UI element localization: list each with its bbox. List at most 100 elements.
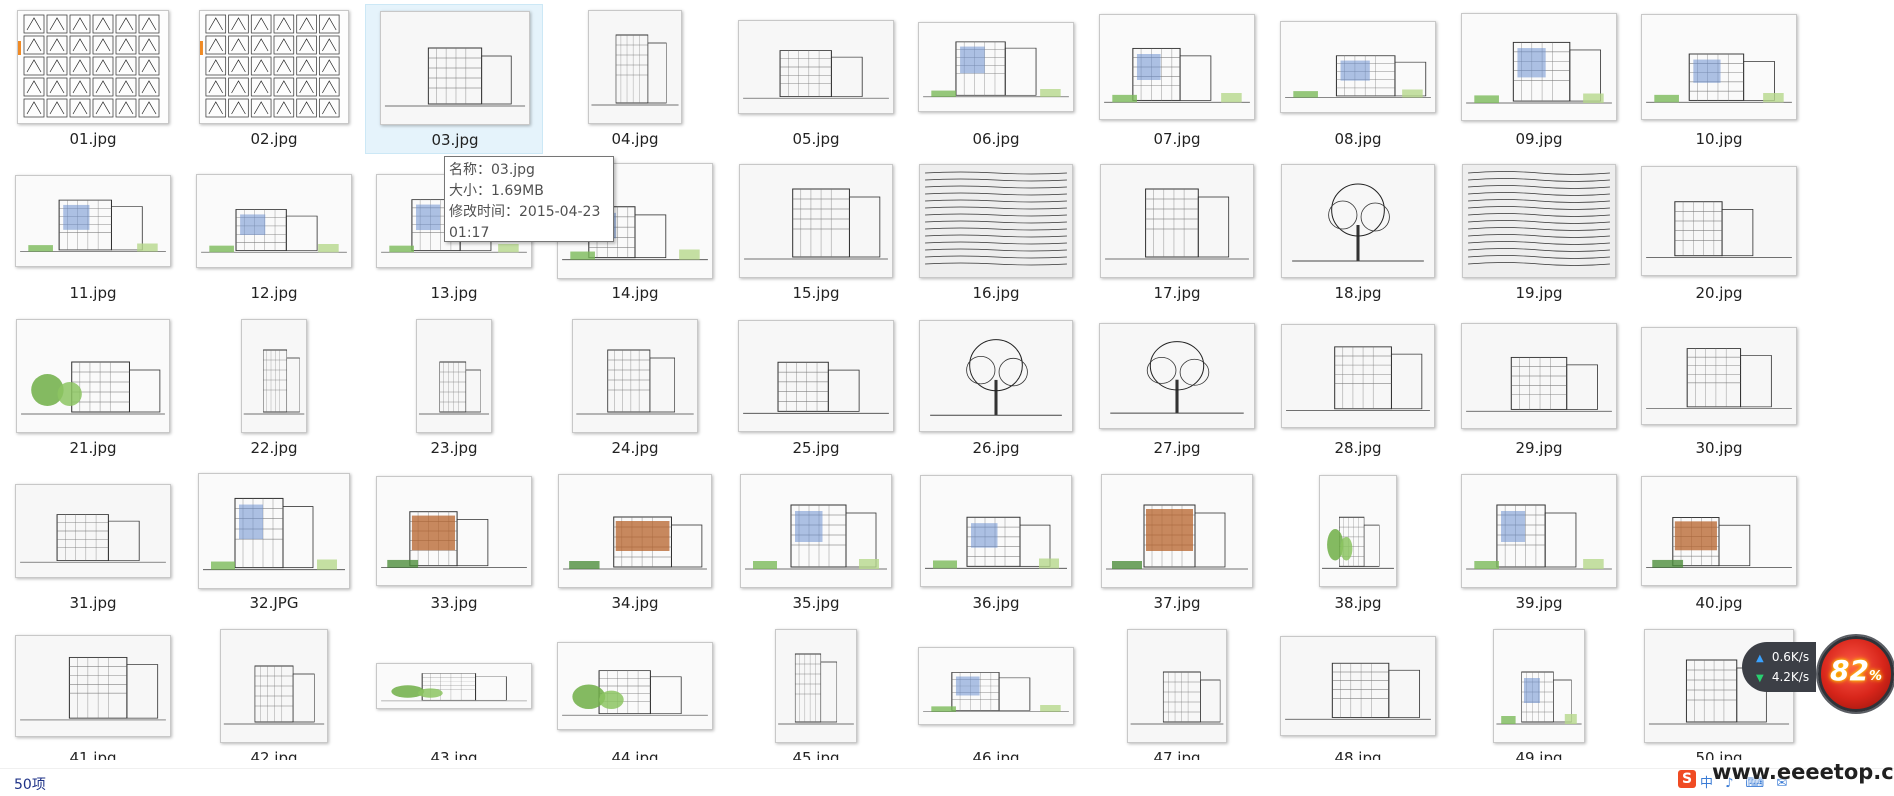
- image-thumbnail: [588, 10, 682, 124]
- file-item[interactable]: 38.jpg: [1269, 468, 1447, 618]
- file-name-label: 23.jpg: [430, 439, 478, 457]
- memory-usage-gauge[interactable]: 82%: [1818, 636, 1894, 712]
- file-name-label: 20.jpg: [1695, 284, 1743, 302]
- file-item[interactable]: 44.jpg: [546, 623, 724, 760]
- thumbnail-frame: [185, 317, 363, 435]
- file-item[interactable]: 08.jpg: [1269, 4, 1447, 154]
- file-item[interactable]: 43.jpg: [365, 623, 543, 760]
- network-speed-widget[interactable]: ▲ 0.6K/s ▼ 4.2K/s: [1742, 642, 1816, 692]
- image-thumbnail: [1280, 636, 1436, 736]
- file-item[interactable]: 37.jpg: [1088, 468, 1266, 618]
- file-item[interactable]: 16.jpg: [907, 158, 1085, 308]
- image-thumbnail: [220, 629, 328, 743]
- file-item[interactable]: 19.jpg: [1450, 158, 1628, 308]
- file-name-label: 40.jpg: [1695, 594, 1743, 612]
- file-item[interactable]: 10.jpg: [1630, 4, 1808, 154]
- watermark: www.eeeetop.com: [1712, 760, 1894, 784]
- file-item[interactable]: 22.jpg: [185, 313, 363, 463]
- file-item[interactable]: 40.jpg: [1630, 468, 1808, 618]
- image-thumbnail: [775, 629, 857, 743]
- file-item[interactable]: 15.jpg: [727, 158, 905, 308]
- thumbnail-frame: [366, 9, 544, 127]
- image-thumbnail: [1099, 14, 1255, 120]
- file-item[interactable]: 12.jpg: [185, 158, 363, 308]
- file-item[interactable]: 28.jpg: [1269, 313, 1447, 463]
- thumbnail-frame: [1269, 162, 1447, 280]
- file-name-label: 03.jpg: [431, 131, 479, 149]
- file-name-label: 08.jpg: [1334, 130, 1382, 148]
- file-item[interactable]: 42.jpg: [185, 623, 363, 760]
- image-thumbnail: [558, 474, 712, 588]
- image-thumbnail: [557, 642, 713, 730]
- tooltip-name: 名称：03.jpg: [449, 162, 535, 178]
- file-name-label: 34.jpg: [611, 594, 659, 612]
- image-thumbnail: [918, 647, 1074, 725]
- image-thumbnail: [1461, 323, 1617, 429]
- thumbnail-frame: [1450, 8, 1628, 126]
- thumbnail-frame: [1088, 627, 1266, 745]
- sogou-ime-icon[interactable]: S: [1678, 770, 1696, 788]
- file-item[interactable]: 02.jpg: [185, 4, 363, 154]
- file-item[interactable]: 03.jpg: [365, 4, 543, 154]
- file-name-label: 04.jpg: [611, 130, 659, 148]
- file-name-label: 17.jpg: [1153, 284, 1201, 302]
- file-item[interactable]: 04.jpg: [546, 4, 724, 154]
- file-item[interactable]: 01.jpg: [4, 4, 182, 154]
- image-thumbnail: [1319, 475, 1397, 587]
- file-item[interactable]: 27.jpg: [1088, 313, 1266, 463]
- file-item[interactable]: 07.jpg: [1088, 4, 1266, 154]
- thumbnail-frame: [4, 317, 182, 435]
- file-item[interactable]: 18.jpg: [1269, 158, 1447, 308]
- thumbnail-frame: [185, 162, 363, 280]
- image-thumbnail: [1641, 14, 1797, 120]
- file-item[interactable]: 11.jpg: [4, 158, 182, 308]
- image-thumbnail: [1493, 629, 1585, 743]
- thumbnail-frame: [1450, 627, 1628, 745]
- file-item[interactable]: 45.jpg: [727, 623, 905, 760]
- file-item[interactable]: 36.jpg: [907, 468, 1085, 618]
- file-item[interactable]: 41.jpg: [4, 623, 182, 760]
- file-name-label: 33.jpg: [430, 594, 478, 612]
- file-item[interactable]: 24.jpg: [546, 313, 724, 463]
- file-item[interactable]: 05.jpg: [727, 4, 905, 154]
- file-name-label: 38.jpg: [1334, 594, 1382, 612]
- file-item[interactable]: 06.jpg: [907, 4, 1085, 154]
- thumbnail-frame: [907, 162, 1085, 280]
- file-item[interactable]: 35.jpg: [727, 468, 905, 618]
- file-item[interactable]: 21.jpg: [4, 313, 182, 463]
- image-thumbnail: [196, 174, 352, 268]
- thumbnail-grid: 01.jpg 02.jpg 03.jpg 04.jpg 05.jpg 06.jpg 07.j…: [0, 0, 1894, 760]
- file-name-label: 49.jpg: [1515, 749, 1563, 760]
- file-item[interactable]: 30.jpg: [1630, 313, 1808, 463]
- file-name-label: 11.jpg: [69, 284, 117, 302]
- file-item[interactable]: 46.jpg: [907, 623, 1085, 760]
- thumbnail-frame: [1630, 8, 1808, 126]
- file-name-label: 02.jpg: [250, 130, 298, 148]
- file-item[interactable]: 26.jpg: [907, 313, 1085, 463]
- file-item[interactable]: 29.jpg: [1450, 313, 1628, 463]
- file-item[interactable]: 49.jpg: [1450, 623, 1628, 760]
- file-item[interactable]: 31.jpg: [4, 468, 182, 618]
- thumbnail-frame: [4, 472, 182, 590]
- thumbnail-frame: [185, 627, 363, 745]
- file-item[interactable]: 25.jpg: [727, 313, 905, 463]
- file-item[interactable]: 23.jpg: [365, 313, 543, 463]
- file-item[interactable]: 32.JPG: [185, 468, 363, 618]
- file-item[interactable]: 39.jpg: [1450, 468, 1628, 618]
- file-name-label: 25.jpg: [792, 439, 840, 457]
- file-item[interactable]: 33.jpg: [365, 468, 543, 618]
- file-name-label: 26.jpg: [972, 439, 1020, 457]
- file-name-label: 06.jpg: [972, 130, 1020, 148]
- file-item[interactable]: 17.jpg: [1088, 158, 1266, 308]
- image-thumbnail: [1641, 327, 1797, 425]
- image-thumbnail: [738, 20, 894, 114]
- file-item[interactable]: 48.jpg: [1269, 623, 1447, 760]
- upload-speed: ▲ 0.6K/s: [1756, 648, 1809, 666]
- file-item[interactable]: 09.jpg: [1450, 4, 1628, 154]
- file-item[interactable]: 20.jpg: [1630, 158, 1808, 308]
- file-name-label: 36.jpg: [972, 594, 1020, 612]
- image-thumbnail: [738, 320, 894, 432]
- file-item[interactable]: 34.jpg: [546, 468, 724, 618]
- gauge-percent-number: 82: [1830, 654, 1869, 687]
- file-item[interactable]: 47.jpg: [1088, 623, 1266, 760]
